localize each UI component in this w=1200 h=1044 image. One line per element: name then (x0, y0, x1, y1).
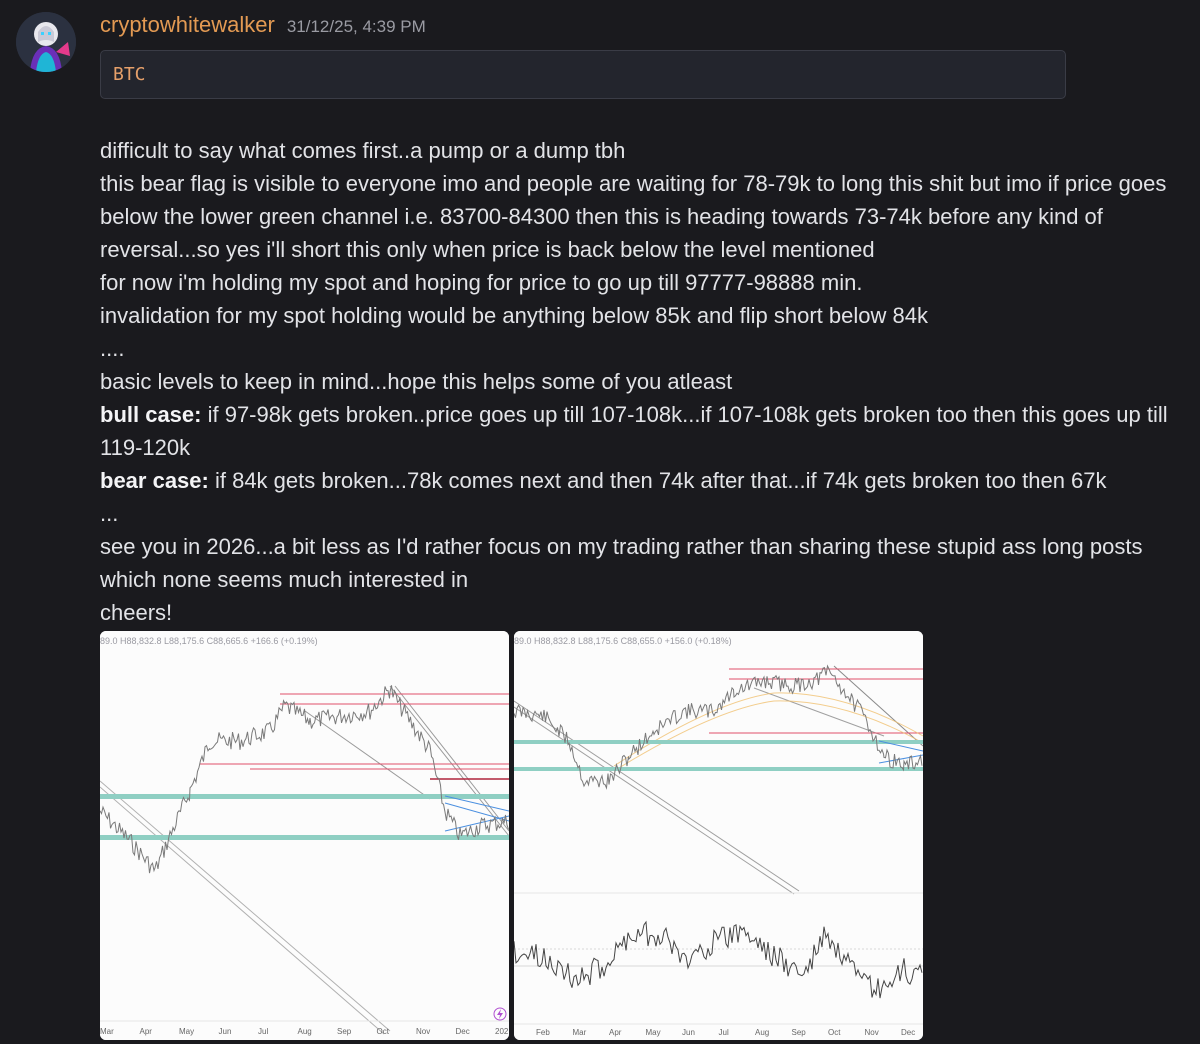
x-axis-label: Dec (456, 1027, 470, 1036)
x-axis-label: Sep (337, 1027, 352, 1036)
x-axis-label: May (179, 1027, 194, 1036)
bull-case-text: if 97-98k gets broken..price goes up til… (100, 402, 1168, 460)
x-axis-label: Jun (219, 1027, 232, 1036)
username[interactable]: cryptowhitewalker (100, 12, 275, 38)
avatar-image (16, 12, 76, 72)
x-axis-label: Oct (377, 1027, 390, 1036)
green-channel (514, 740, 923, 744)
x-axis-label: 202 (495, 1027, 509, 1036)
x-axis-label: Aug (755, 1028, 769, 1037)
bull-case-line: bull case: if 97-98k gets broken..price … (100, 398, 1190, 464)
message-line: for now i'm holding my spot and hoping f… (100, 270, 863, 295)
x-axis-label: Apr (609, 1028, 622, 1037)
x-axis-label: Oct (828, 1028, 841, 1037)
green-channel (100, 835, 509, 840)
chat-message: cryptowhitewalker 31/12/25, 4:39 PM BTC … (0, 0, 1200, 1044)
x-axis-label: Jun (682, 1028, 695, 1037)
x-axis-label: Mar (100, 1027, 114, 1036)
btc-chart-1: 89.0 H88,832.8 L88,175.6 C88,665.6 +166.… (100, 631, 509, 1040)
code-block: BTC (100, 50, 1066, 99)
x-axis-label: Sep (792, 1028, 807, 1037)
bear-case-text: if 84k gets broken...78k comes next and … (208, 468, 1107, 493)
message-line: see you in 2026...a bit less as I'd rath… (100, 534, 1143, 592)
green-channel (514, 767, 923, 771)
message-line: .... (100, 336, 125, 361)
x-axis-label: Mar (573, 1028, 587, 1037)
user-avatar[interactable] (16, 12, 76, 72)
x-axis-label: Apr (140, 1027, 153, 1036)
bull-case-label: bull case: (100, 402, 202, 427)
message-line: this bear flag is visible to everyone im… (100, 171, 1167, 262)
x-axis-label: Aug (298, 1027, 312, 1036)
message-line: invalidation for my spot holding would b… (100, 303, 928, 328)
bear-case-line: bear case: if 84k gets broken...78k come… (100, 464, 1190, 497)
message-header: cryptowhitewalker 31/12/25, 4:39 PM (100, 12, 426, 40)
image-attachments: 89.0 H88,832.8 L88,175.6 C88,665.6 +166.… (100, 631, 923, 1040)
message-line: cheers! (100, 600, 173, 625)
btc-chart-2: 89.0 H88,832.8 L88,175.6 C88,655.0 +156.… (514, 631, 923, 1040)
x-axis-label: Jul (258, 1027, 268, 1036)
message-line: ... (100, 501, 119, 526)
x-axis-label: Jul (719, 1028, 729, 1037)
ohlc-readout: 89.0 H88,832.8 L88,175.6 C88,655.0 +156.… (514, 636, 732, 646)
message-content: difficult to say what comes first..a pum… (100, 134, 1190, 629)
x-axis-label: Feb (536, 1028, 550, 1037)
message-line: difficult to say what comes first..a pum… (100, 138, 626, 163)
ohlc-readout: 89.0 H88,832.8 L88,175.6 C88,665.6 +166.… (100, 636, 318, 646)
x-axis-label: May (646, 1028, 661, 1037)
x-axis-label: Dec (901, 1028, 915, 1037)
x-axis-label: Nov (416, 1027, 430, 1036)
x-axis-label: Nov (865, 1028, 879, 1037)
message-timestamp[interactable]: 31/12/25, 4:39 PM (287, 17, 426, 37)
bear-case-label: bear case: (100, 468, 209, 493)
chart-image-attachment[interactable]: 89.0 H88,832.8 L88,175.6 C88,655.0 +156.… (514, 631, 923, 1040)
message-line: basic levels to keep in mind...hope this… (100, 369, 733, 394)
chart-image-attachment[interactable]: 89.0 H88,832.8 L88,175.6 C88,665.6 +166.… (100, 631, 509, 1040)
